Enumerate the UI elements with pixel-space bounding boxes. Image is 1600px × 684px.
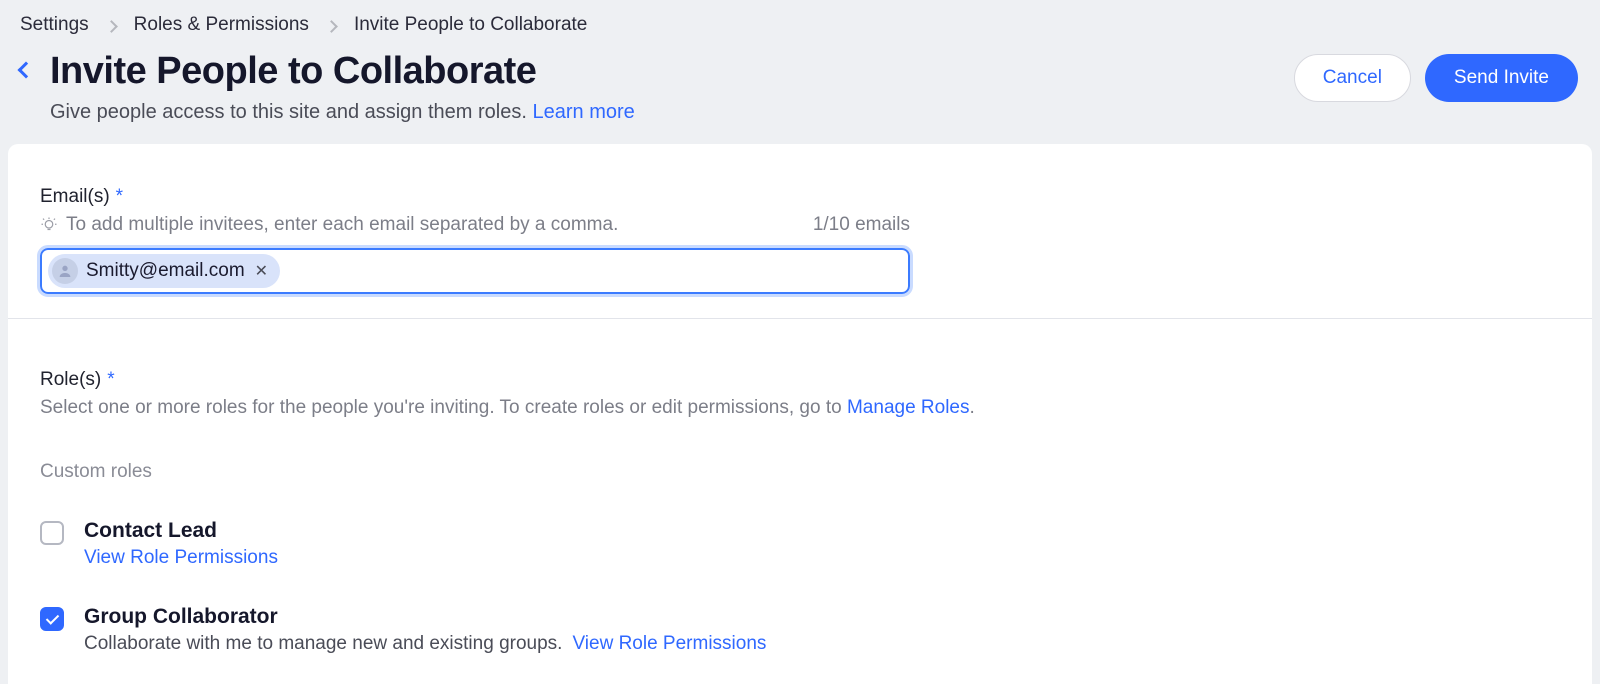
role-name: Group Collaborator (84, 605, 766, 629)
emails-text-input[interactable] (286, 260, 902, 282)
section-divider (8, 318, 1592, 319)
cancel-button[interactable]: Cancel (1294, 54, 1411, 102)
view-role-permissions-link[interactable]: View Role Permissions (84, 547, 278, 569)
chevron-right-icon (105, 20, 118, 33)
role-checkbox-contact-lead[interactable] (40, 521, 64, 545)
page-title: Invite People to Collaborate (50, 50, 635, 93)
emails-label: Email(s) (40, 186, 110, 208)
role-row-contact-lead: Contact Lead View Role Permissions (40, 519, 1560, 569)
email-tag-text: Smitty@email.com (86, 260, 245, 282)
breadcrumb: Settings Roles & Permissions Invite Peop… (0, 0, 1600, 46)
page-header: Invite People to Collaborate Give people… (0, 46, 1600, 144)
header-actions: Cancel Send Invite (1294, 54, 1578, 102)
lightbulb-icon (40, 216, 58, 234)
breadcrumb-settings[interactable]: Settings (20, 14, 89, 36)
roles-help: Select one or more roles for the people … (40, 397, 1560, 419)
custom-roles-heading: Custom roles (40, 461, 1560, 483)
roles-help-text: Select one or more roles for the people … (40, 397, 847, 418)
role-name: Contact Lead (84, 519, 278, 543)
breadcrumb-roles-permissions[interactable]: Roles & Permissions (134, 14, 309, 36)
emails-count: 1/10 emails (813, 214, 910, 236)
breadcrumb-current: Invite People to Collaborate (354, 14, 587, 36)
remove-email-icon[interactable]: ✕ (253, 261, 270, 281)
check-icon (45, 611, 58, 624)
roles-section: Role(s) * Select one or more roles for t… (40, 369, 1560, 655)
required-star: * (107, 369, 114, 391)
page-subtitle: Give people access to this site and assi… (50, 101, 635, 124)
view-role-permissions-link[interactable]: View Role Permissions (572, 633, 766, 655)
roles-label: Role(s) (40, 369, 101, 391)
email-tag: Smitty@email.com ✕ (48, 254, 280, 288)
emails-input[interactable]: Smitty@email.com ✕ (40, 248, 910, 294)
send-invite-button[interactable]: Send Invite (1425, 54, 1578, 102)
role-checkbox-group-collaborator[interactable] (40, 607, 64, 631)
manage-roles-link[interactable]: Manage Roles (847, 397, 970, 418)
role-description: Collaborate with me to manage new and ex… (84, 633, 562, 655)
roles-help-suffix: . (970, 397, 975, 418)
emails-section: Email(s) * (40, 186, 1560, 294)
role-row-group-collaborator: Group Collaborator Collaborate with me t… (40, 605, 1560, 655)
emails-hint: To add multiple invitees, enter each ema… (66, 214, 618, 236)
subtitle-text: Give people access to this site and assi… (50, 101, 532, 123)
required-star: * (116, 186, 123, 208)
form-card: Email(s) * (8, 144, 1592, 684)
back-button[interactable] (18, 62, 35, 79)
learn-more-link[interactable]: Learn more (532, 101, 634, 123)
chevron-right-icon (325, 20, 338, 33)
avatar-icon (52, 258, 78, 284)
